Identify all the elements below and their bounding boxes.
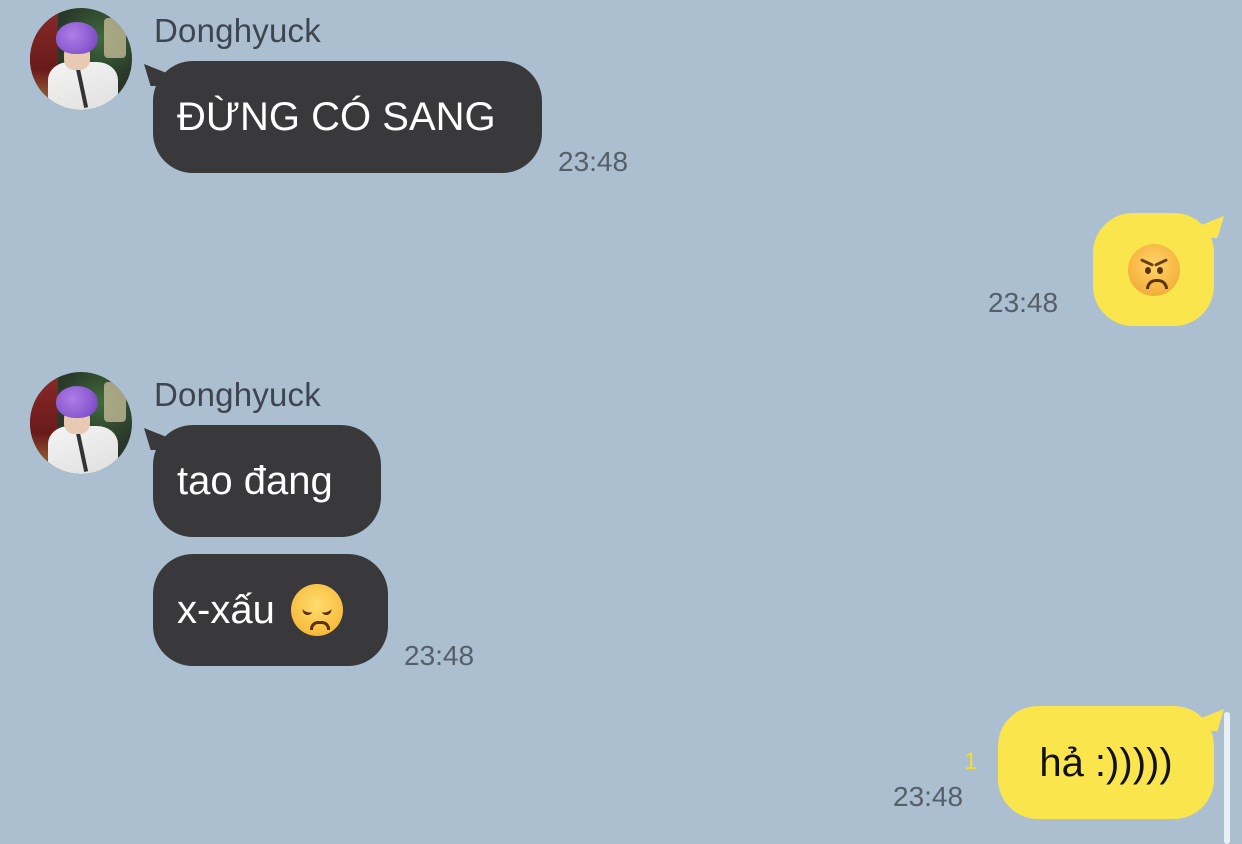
message-text: tao đang [177, 459, 333, 503]
message-timestamp: 23:48 [558, 146, 629, 177]
disappointed-face-emoji-icon [290, 584, 343, 636]
chat-area[interactable]: Donghyuck ĐỪNG CÓ SANG 23:48 23:48 Dongh… [0, 0, 1242, 844]
sender-name: Donghyuck [154, 12, 321, 49]
angry-face-emoji-icon [1127, 243, 1180, 296]
message-text: x-xấu [177, 588, 275, 632]
incoming-message-bubble[interactable]: tao đang [153, 425, 381, 537]
message-timestamp: 23:48 [893, 781, 964, 812]
message-timestamp: 23:48 [404, 640, 475, 671]
incoming-message-bubble[interactable]: ĐỪNG CÓ SANG [153, 61, 542, 173]
message-text: hả :))))) [1039, 740, 1173, 785]
incoming-message-bubble[interactable]: x-xấu [153, 554, 388, 666]
outgoing-message-bubble[interactable]: hả :))))) [998, 706, 1214, 819]
sender-avatar[interactable] [30, 8, 132, 110]
message-text: ĐỪNG CÓ SANG [177, 95, 496, 139]
sender-name: Donghyuck [154, 376, 321, 413]
outgoing-message-bubble[interactable] [1093, 213, 1214, 326]
message-timestamp: 23:48 [988, 287, 1059, 318]
chat-scrollbar[interactable] [1224, 712, 1230, 844]
sender-avatar[interactable] [30, 372, 132, 474]
unread-count: 1 [964, 748, 978, 775]
